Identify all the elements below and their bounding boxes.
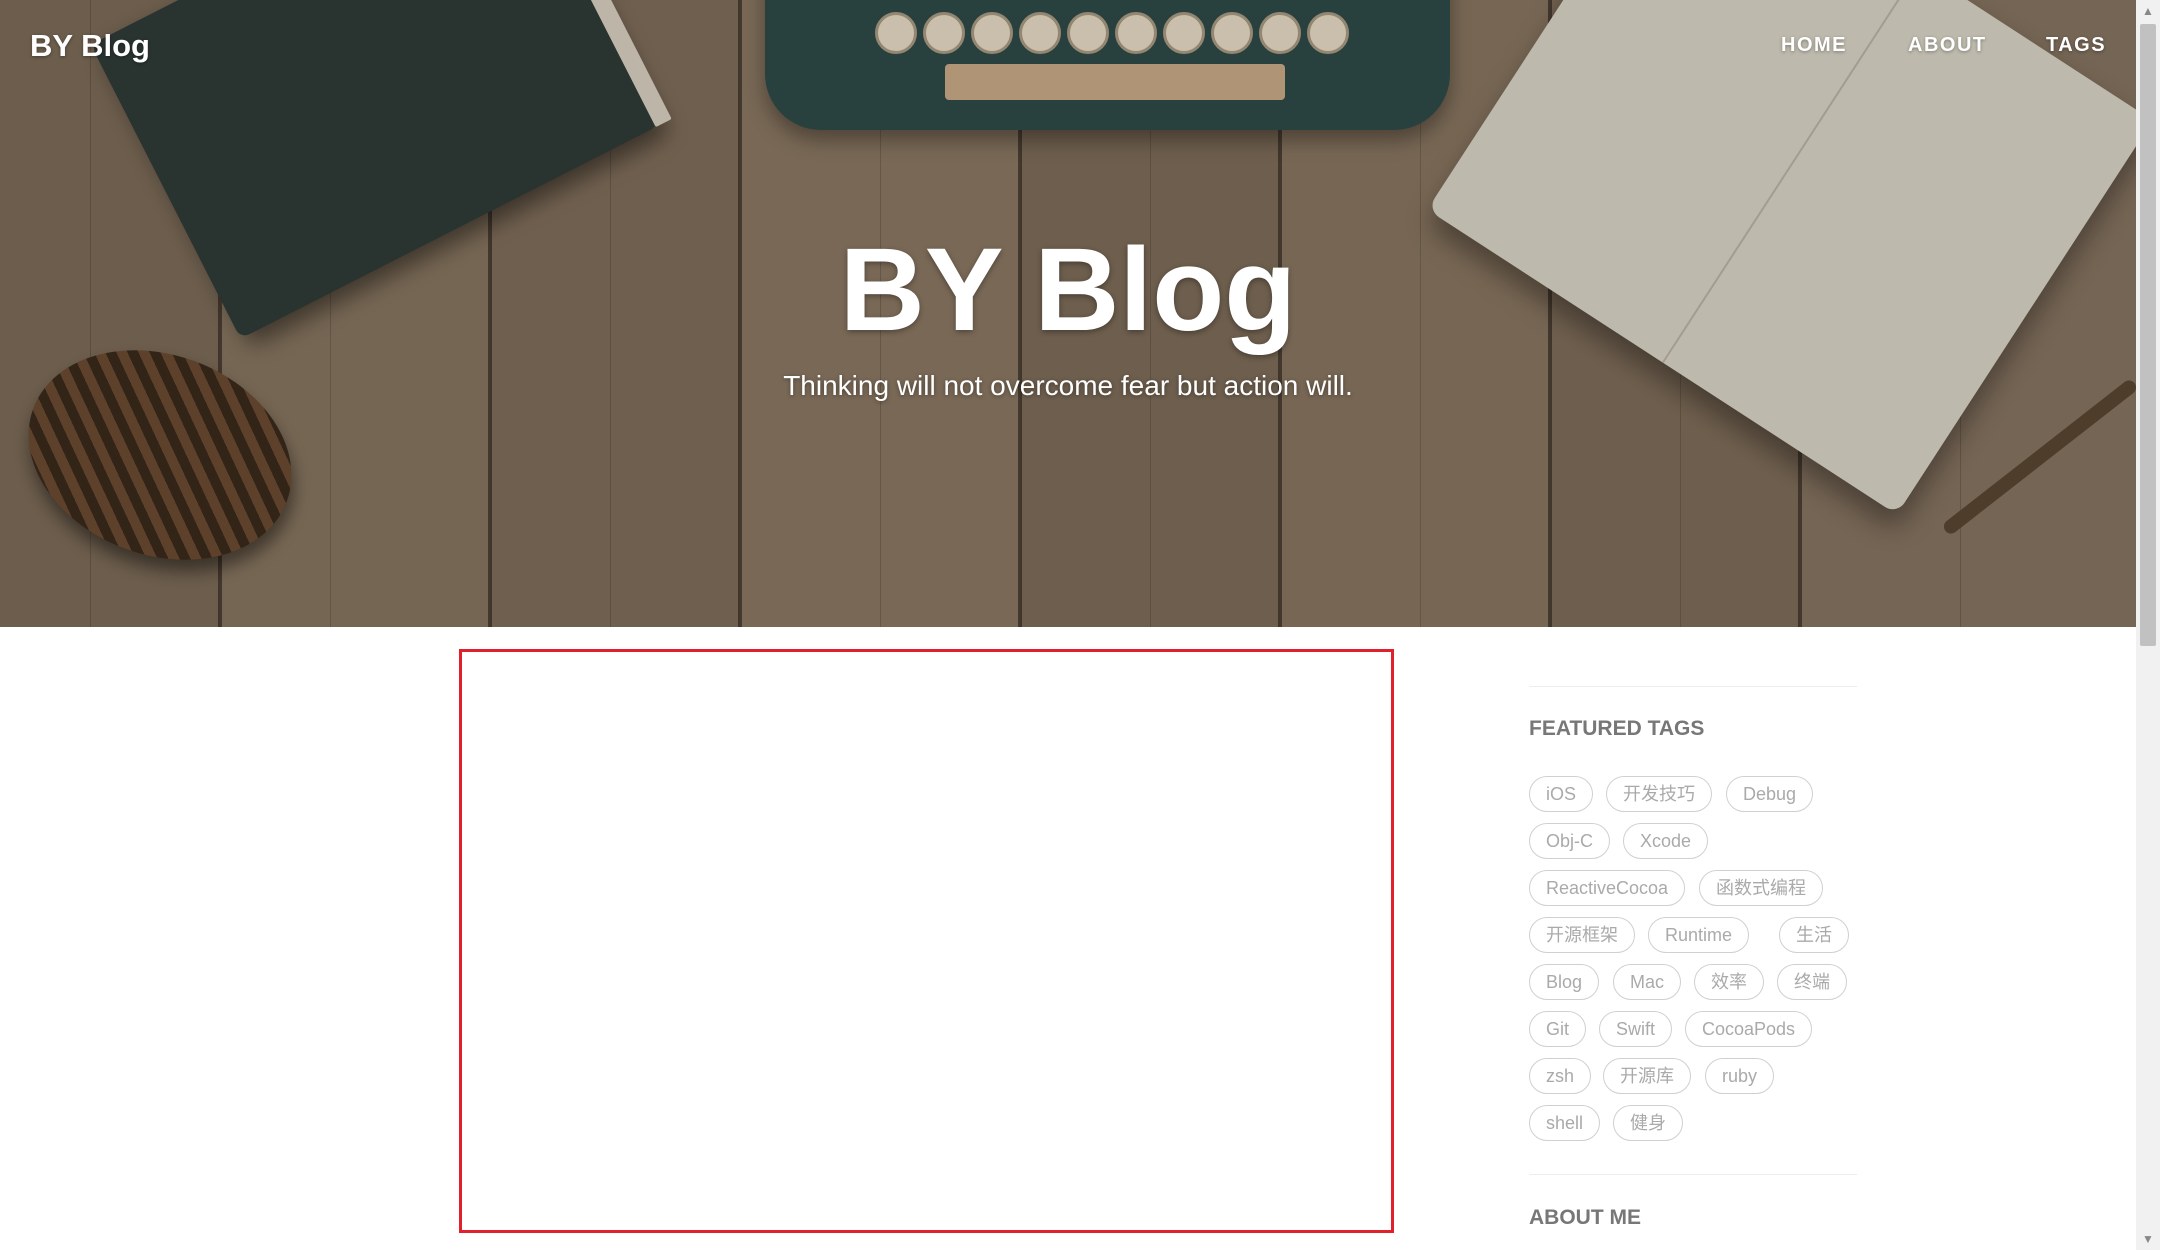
sidebar: FEATURED TAGS iOS 开发技巧 Debug Obj-C Xcode… bbox=[1529, 686, 1857, 1229]
tag-efficiency[interactable]: 效率 bbox=[1694, 964, 1764, 1000]
tag-dev-tips[interactable]: 开发技巧 bbox=[1606, 776, 1712, 812]
about-me-heading: ABOUT ME bbox=[1529, 1206, 1641, 1229]
tag-mac[interactable]: Mac bbox=[1613, 964, 1682, 1000]
tag-open-source-library[interactable]: 开源库 bbox=[1603, 1058, 1691, 1094]
site-subtitle: Thinking will not overcome fear but acti… bbox=[783, 370, 1353, 401]
tag-ruby[interactable]: ruby bbox=[1705, 1058, 1775, 1094]
tag-obj-c[interactable]: Obj-C bbox=[1529, 823, 1611, 859]
tag-debug[interactable]: Debug bbox=[1726, 776, 1814, 812]
tag-open-source-framework[interactable]: 开源框架 bbox=[1529, 917, 1635, 953]
tag-reactivecocoa[interactable]: ReactiveCocoa bbox=[1529, 870, 1686, 906]
featured-tags-heading: FEATURED TAGS bbox=[1529, 717, 1705, 740]
section-divider bbox=[1529, 686, 1857, 687]
scroll-down-arrow-icon[interactable]: ▼ bbox=[2136, 1228, 2160, 1250]
vertical-scrollbar[interactable]: ▲ ▼ bbox=[2136, 0, 2160, 1250]
scrollbar-thumb[interactable] bbox=[2140, 24, 2156, 646]
tag-terminal[interactable]: 终端 bbox=[1777, 964, 1847, 1000]
tag-shell[interactable]: shell bbox=[1529, 1105, 1601, 1141]
tag-cloud: iOS 开发技巧 Debug Obj-C Xcode ReactiveCocoa… bbox=[1529, 776, 1857, 1156]
tag-zsh[interactable]: zsh bbox=[1529, 1058, 1592, 1094]
tag-git[interactable]: Git bbox=[1529, 1011, 1587, 1047]
post-list-area bbox=[459, 649, 1394, 1233]
top-navbar: BY Blog HOME ABOUT TAGS bbox=[0, 0, 2136, 92]
nav-about-link[interactable]: ABOUT bbox=[1908, 34, 1987, 57]
section-divider bbox=[1529, 1174, 1857, 1175]
tag-runtime[interactable]: Runtime bbox=[1648, 917, 1750, 953]
tag-cocoapods[interactable]: CocoaPods bbox=[1685, 1011, 1813, 1047]
brand-link[interactable]: BY Blog bbox=[30, 28, 150, 64]
scroll-up-arrow-icon[interactable]: ▲ bbox=[2136, 0, 2160, 22]
nav-home-link[interactable]: HOME bbox=[1781, 34, 1847, 57]
tag-xcode[interactable]: Xcode bbox=[1623, 823, 1709, 859]
tag-ios[interactable]: iOS bbox=[1529, 776, 1594, 812]
tag-swift[interactable]: Swift bbox=[1599, 1011, 1673, 1047]
tag-blog[interactable]: Blog bbox=[1529, 964, 1600, 1000]
tag-functional-programming[interactable]: 函数式编程 bbox=[1699, 870, 1823, 906]
tag-fitness[interactable]: 健身 bbox=[1613, 1105, 1683, 1141]
nav-tags-link[interactable]: TAGS bbox=[2046, 34, 2106, 57]
site-title: BY Blog bbox=[839, 224, 1297, 356]
tag-life[interactable]: 生活 bbox=[1779, 917, 1849, 953]
hero-header: BY Blog Thinking will not overcome fear … bbox=[0, 0, 2136, 627]
